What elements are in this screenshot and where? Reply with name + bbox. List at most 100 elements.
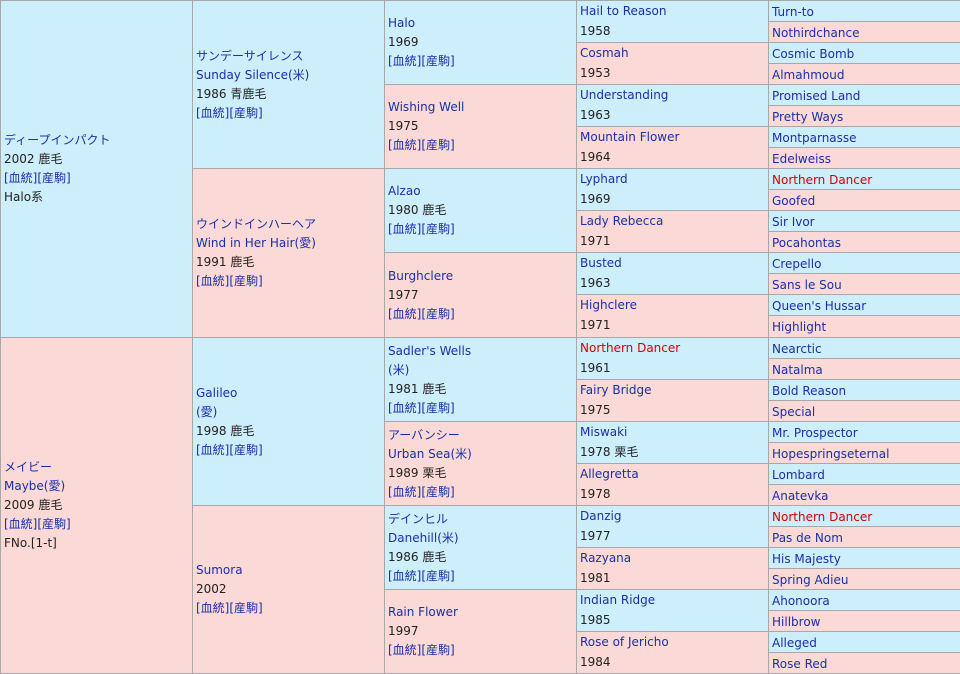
horse-name-link[interactable]: ウインドインハーヘア xyxy=(196,215,381,234)
horse-name-link[interactable]: Hillbrow xyxy=(772,613,957,631)
horse-name-link[interactable]: Busted xyxy=(580,253,765,273)
ancestor-cell-gen5: Bold Reason xyxy=(768,379,960,401)
horse-name-link[interactable]: Queen's Hussar xyxy=(772,297,957,315)
pedigree-offspring-links[interactable]: [血統][産駒] xyxy=(4,515,189,534)
ancestor-cell-gen3: Halo 1969 [血統][産駒] xyxy=(384,0,577,85)
pedigree-offspring-links[interactable]: [血統][産駒] xyxy=(388,305,573,324)
horse-name-link[interactable]: Anatevka xyxy=(772,487,957,505)
ancestor-cell-gen5: Nothirdchance xyxy=(768,21,960,43)
horse-name-link[interactable]: (愛) xyxy=(196,403,381,422)
horse-info-text: 1971 xyxy=(580,318,611,332)
horse-name-link[interactable]: Highlight xyxy=(772,318,957,337)
ancestor-cell-gen5: Lombard xyxy=(768,463,960,485)
horse-name-link[interactable]: Northern Dancer xyxy=(772,171,957,189)
horse-name-link[interactable]: Alleged xyxy=(772,634,957,652)
horse-name-link[interactable]: Allegretta xyxy=(580,464,765,484)
horse-name-link[interactable]: Mr. Prospector xyxy=(772,424,957,442)
horse-name-link[interactable]: Cosmic Bomb xyxy=(772,45,957,63)
pedigree-offspring-links[interactable]: [血統][産駒] xyxy=(388,399,573,418)
horse-name-link[interactable]: Indian Ridge xyxy=(580,590,765,610)
pedigree-offspring-links[interactable]: [血統][産駒] xyxy=(388,220,573,239)
horse-name-link[interactable]: Galileo xyxy=(196,384,381,403)
horse-name-link[interactable]: Danzig xyxy=(580,506,765,526)
ancestor-cell-gen3: Alzao 1980 鹿毛 [血統][産駒] xyxy=(384,168,577,253)
horse-name-link[interactable]: Wind in Her Hair(愛) xyxy=(196,234,381,253)
horse-name-link[interactable]: Highclere xyxy=(580,295,765,315)
ancestor-cell-gen3: アーバンシー Urban Sea(米) 1989 栗毛 [血統][産駒] xyxy=(384,421,577,506)
horse-name-link[interactable]: Sir Ivor xyxy=(772,213,957,231)
pedigree-offspring-links[interactable]: [血統][産駒] xyxy=(388,52,573,71)
horse-name-link[interactable]: Special xyxy=(772,403,957,421)
horse-name-link[interactable]: ディープインパクト xyxy=(4,131,189,150)
horse-name-link[interactable]: Northern Dancer xyxy=(772,508,957,526)
ancestor-cell-gen4: Lady Rebecca 1971 xyxy=(576,210,769,253)
horse-name-link[interactable]: Edelweiss xyxy=(772,150,957,168)
horse-name-link[interactable]: デインヒル xyxy=(388,510,573,529)
horse-name-link[interactable]: Maybe(愛) xyxy=(4,477,189,496)
pedigree-offspring-links[interactable]: [血統][産駒] xyxy=(196,441,381,460)
horse-name-link[interactable]: Hopespringseternal xyxy=(772,445,957,463)
horse-name-link[interactable]: メイビー xyxy=(4,458,189,477)
horse-name-link[interactable]: Goofed xyxy=(772,192,957,210)
pedigree-offspring-links[interactable]: [血統][産駒] xyxy=(196,272,381,291)
pedigree-offspring-links[interactable]: [血統][産駒] xyxy=(388,641,573,660)
ancestor-cell-gen5: Alleged xyxy=(768,631,960,653)
horse-name-link[interactable]: Halo xyxy=(388,14,573,33)
horse-info-text: 1963 xyxy=(580,108,611,122)
horse-name-link[interactable]: Mountain Flower xyxy=(580,127,765,147)
horse-name-link[interactable]: Urban Sea(米) xyxy=(388,445,573,464)
horse-info-text: 1997 xyxy=(388,624,419,638)
horse-name-link[interactable]: Northern Dancer xyxy=(580,338,765,358)
horse-name-link[interactable]: Miswaki xyxy=(580,422,765,442)
horse-name-link[interactable]: Almahmoud xyxy=(772,66,957,84)
horse-name-link[interactable]: Rose Red xyxy=(772,655,957,673)
ancestor-cell-gen5: Sans le Sou xyxy=(768,273,960,295)
horse-name-link[interactable]: Crepello xyxy=(772,255,957,273)
horse-name-link[interactable]: Wishing Well xyxy=(388,98,573,117)
pedigree-offspring-links[interactable]: [血統][産駒] xyxy=(388,136,573,155)
horse-name-link[interactable]: Burghclere xyxy=(388,267,573,286)
horse-name-link[interactable]: Razyana xyxy=(580,548,765,568)
horse-name-link[interactable]: His Majesty xyxy=(772,550,957,568)
ancestor-cell-gen5: Nearctic xyxy=(768,337,960,359)
pedigree-offspring-links[interactable]: [血統][産駒] xyxy=(4,169,189,188)
horse-name-link[interactable]: Sadler's Wells xyxy=(388,342,573,361)
horse-name-link[interactable]: Ahonoora xyxy=(772,592,957,610)
horse-name-link[interactable]: Montparnasse xyxy=(772,129,957,147)
ancestor-cell-gen5: Pretty Ways xyxy=(768,105,960,127)
horse-name-link[interactable]: サンデーサイレンス xyxy=(196,47,381,66)
pedigree-offspring-links[interactable]: [血統][産駒] xyxy=(196,104,381,123)
pedigree-offspring-links[interactable]: [血統][産駒] xyxy=(388,567,573,586)
ancestor-cell-gen5: Montparnasse xyxy=(768,126,960,148)
pedigree-offspring-links[interactable]: [血統][産駒] xyxy=(196,599,381,618)
horse-name-link[interactable]: Spring Adieu xyxy=(772,571,957,589)
ancestor-cell-gen5: Edelweiss xyxy=(768,147,960,169)
horse-name-link[interactable]: Cosmah xyxy=(580,43,765,63)
horse-name-link[interactable]: Rain Flower xyxy=(388,603,573,622)
horse-name-link[interactable]: Sans le Sou xyxy=(772,276,957,294)
horse-name-link[interactable]: Lyphard xyxy=(580,169,765,189)
ancestor-cell-gen4: Understanding 1963 xyxy=(576,84,769,127)
horse-name-link[interactable]: Turn-to xyxy=(772,3,957,21)
horse-name-link[interactable]: Pretty Ways xyxy=(772,108,957,126)
horse-name-link[interactable]: Nearctic xyxy=(772,340,957,358)
horse-name-link[interactable]: Danehill(米) xyxy=(388,529,573,548)
horse-name-link[interactable]: Bold Reason xyxy=(772,382,957,400)
horse-name-link[interactable]: Sumora xyxy=(196,561,381,580)
horse-name-link[interactable]: Understanding xyxy=(580,85,765,105)
horse-name-link[interactable]: Sunday Silence(米) xyxy=(196,66,381,85)
horse-name-link[interactable]: Alzao xyxy=(388,182,573,201)
horse-name-link[interactable]: アーバンシー xyxy=(388,426,573,445)
horse-name-link[interactable]: Lombard xyxy=(772,466,957,484)
horse-name-link[interactable]: Pas de Nom xyxy=(772,529,957,547)
horse-name-link[interactable]: Pocahontas xyxy=(772,234,957,252)
horse-name-link[interactable]: Nothirdchance xyxy=(772,24,957,42)
horse-name-link[interactable]: Promised Land xyxy=(772,87,957,105)
horse-name-link[interactable]: Natalma xyxy=(772,361,957,379)
pedigree-offspring-links[interactable]: [血統][産駒] xyxy=(388,483,573,502)
horse-name-link[interactable]: (米) xyxy=(388,361,573,380)
horse-name-link[interactable]: Hail to Reason xyxy=(580,1,765,21)
horse-name-link[interactable]: Fairy Bridge xyxy=(580,380,765,400)
horse-name-link[interactable]: Lady Rebecca xyxy=(580,211,765,231)
horse-name-link[interactable]: Rose of Jericho xyxy=(580,632,765,652)
